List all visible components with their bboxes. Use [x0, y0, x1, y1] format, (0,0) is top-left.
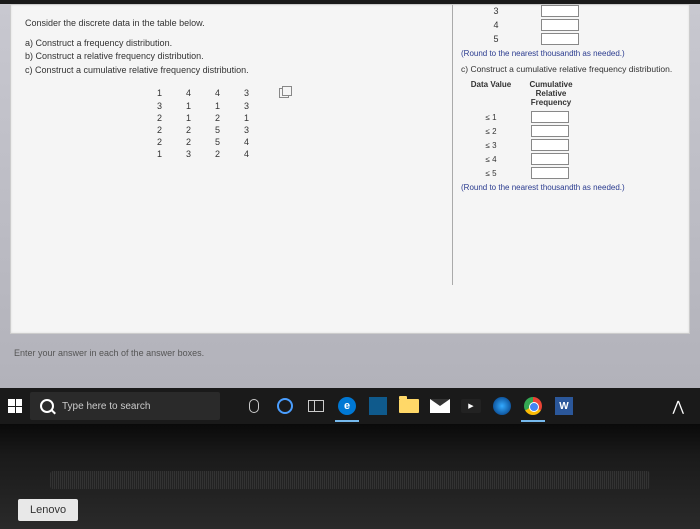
freq-input-4[interactable] [541, 19, 579, 31]
start-button[interactable] [8, 399, 22, 413]
search-icon [40, 399, 54, 413]
cum-input-5[interactable] [531, 167, 569, 179]
cum-input-2[interactable] [531, 125, 569, 137]
cum-input-1[interactable] [531, 111, 569, 123]
chrome-icon[interactable] [519, 392, 547, 420]
round-note-1: (Round to the nearest thousandth as need… [461, 49, 677, 58]
part-c-heading: c) Construct a cumulative relative frequ… [461, 64, 677, 74]
footer-instruction: Enter your answer in each of the answer … [14, 348, 700, 358]
mail-icon[interactable] [426, 392, 454, 420]
app-icon[interactable] [488, 392, 516, 420]
cum-input-3[interactable] [531, 139, 569, 151]
taskbar: Type here to search e ▶ W ⋀ [0, 388, 700, 424]
laptop-hinge [50, 471, 650, 489]
answer-panel: 3 4 5 (Round to the nearest thousandth a… [452, 5, 677, 285]
freq-input-5[interactable] [541, 33, 579, 45]
copy-icon[interactable] [279, 88, 289, 98]
edge-icon[interactable]: e [333, 392, 361, 420]
search-box[interactable]: Type here to search [30, 392, 220, 420]
media-icon[interactable]: ▶ [457, 392, 485, 420]
task-view-icon[interactable] [302, 392, 330, 420]
brand-badge: Lenovo [18, 499, 78, 521]
laptop-bezel: Lenovo [0, 424, 700, 529]
word-icon[interactable]: W [550, 392, 578, 420]
mic-icon[interactable] [240, 392, 268, 420]
freq-input-3[interactable] [541, 5, 579, 17]
round-note-2: (Round to the nearest thousandth as need… [461, 183, 677, 192]
cum-input-4[interactable] [531, 153, 569, 165]
file-explorer-icon[interactable] [395, 392, 423, 420]
cortana-icon[interactable] [271, 392, 299, 420]
system-tray[interactable]: ⋀ [673, 398, 692, 415]
question-panel: Consider the discrete data in the table … [10, 4, 690, 334]
search-placeholder: Type here to search [62, 401, 150, 412]
store-icon[interactable] [364, 392, 392, 420]
